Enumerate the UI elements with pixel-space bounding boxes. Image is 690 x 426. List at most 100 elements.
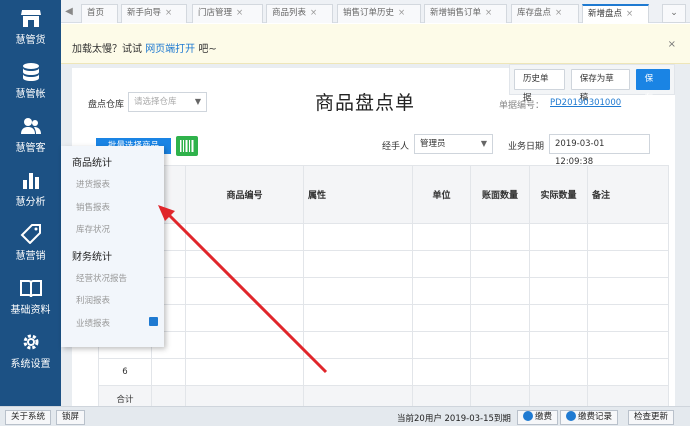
pay-button[interactable]: 缴费 <box>517 410 559 425</box>
col-header-unit: 单位 <box>412 165 471 224</box>
sidebar-item-huiyingxiao[interactable]: 慧营销 <box>0 216 61 270</box>
table-cell[interactable] <box>412 358 471 386</box>
sidebar-item-huiguanhuo[interactable]: 慧管货 <box>0 0 61 54</box>
tab-inventory[interactable]: 库存盘点 × <box>511 4 579 23</box>
table-cell[interactable] <box>529 331 588 359</box>
barcode-scan-icon[interactable] <box>176 136 198 156</box>
table-row[interactable] <box>98 277 669 305</box>
sidebar-item-basic-data[interactable]: 基础资料 <box>0 270 61 324</box>
tab-new-stocktake[interactable]: 新增盘点 × <box>582 4 649 23</box>
table-cell[interactable] <box>185 331 304 359</box>
table-cell[interactable] <box>529 358 588 386</box>
table-cell[interactable] <box>185 250 304 278</box>
table-cell[interactable] <box>151 358 186 386</box>
handler-select[interactable]: 管理员 ▼ <box>414 134 493 154</box>
table-cell[interactable] <box>587 304 669 332</box>
table-cell[interactable] <box>185 277 304 305</box>
docno-value: PD20190301000 <box>550 98 622 108</box>
table-cell[interactable] <box>587 277 669 305</box>
table-row[interactable] <box>98 304 669 332</box>
pay-label: 缴费 <box>535 412 553 422</box>
table-cell[interactable] <box>303 223 413 251</box>
table-row[interactable] <box>98 223 669 251</box>
chevron-down-icon: ▼ <box>194 97 201 106</box>
close-icon[interactable]: × <box>555 8 562 18</box>
sidebar-item-huiguanzhang[interactable]: 慧管帐 <box>0 54 61 108</box>
table-cell[interactable] <box>587 331 669 359</box>
menu-section-finance-stats: 财务统计 <box>72 251 112 263</box>
tag-icon <box>20 224 41 244</box>
table-cell[interactable] <box>303 250 413 278</box>
table-cell[interactable] <box>529 277 588 305</box>
wechat-pay-icon <box>523 411 533 421</box>
table-cell[interactable] <box>185 304 304 332</box>
table-cell[interactable] <box>470 277 530 305</box>
sidebar-item-settings[interactable]: 系统设置 <box>0 324 61 378</box>
tab-label: 新手向导 <box>127 8 162 18</box>
save-draft-button[interactable]: 保存为草稿 <box>570 69 630 103</box>
about-button[interactable]: 关于系统 <box>5 410 52 425</box>
table-cell[interactable] <box>587 250 669 278</box>
table-cell[interactable] <box>470 304 530 332</box>
table-cell[interactable] <box>185 358 304 386</box>
table-cell[interactable] <box>470 358 530 386</box>
table-cell[interactable] <box>470 223 530 251</box>
tab-store[interactable]: 门店管理 × <box>192 4 263 23</box>
warehouse-select[interactable]: 请选择仓库 ▼ <box>128 92 207 112</box>
close-icon[interactable]: × <box>398 8 405 18</box>
date-input[interactable]: 2019-03-01 12:09:38 <box>549 134 650 167</box>
tab-new-sales-order[interactable]: 新增销售订单 × <box>424 4 507 23</box>
tab-scroll-left-icon[interactable]: ◀ <box>62 4 76 19</box>
table-row[interactable] <box>98 250 669 278</box>
menu-item-performance-report[interactable]: 业绩报表 <box>72 316 164 340</box>
menu-item-inventory-status[interactable]: 库存状况 <box>72 223 164 246</box>
open-web-link[interactable]: 网页端打开 <box>145 44 195 55</box>
handler-label: 经手人 <box>382 142 410 152</box>
sidebar-item-huifenxi[interactable]: 慧分析 <box>0 162 61 216</box>
table-cell[interactable] <box>587 358 669 386</box>
table-cell[interactable] <box>303 358 413 386</box>
table-cell[interactable] <box>412 277 471 305</box>
table-row[interactable]: 6 <box>98 358 669 386</box>
table-cell[interactable] <box>303 277 413 305</box>
pay-record-button[interactable]: 缴费记录 <box>560 410 619 425</box>
table-cell[interactable] <box>470 331 530 359</box>
tab-list-dropdown-icon[interactable]: ⌄ <box>662 4 686 23</box>
sidebar-item-huiguanke[interactable]: 慧管客 <box>0 108 61 162</box>
yen-icon <box>566 411 576 421</box>
table-cell[interactable] <box>529 250 588 278</box>
col-header-remarks: 备注 <box>587 165 669 224</box>
table-cell[interactable] <box>412 304 471 332</box>
tab-guide[interactable]: 新手向导 × <box>121 4 187 23</box>
close-icon[interactable]: × <box>668 39 676 50</box>
tab-products[interactable]: 商品列表 × <box>266 4 333 23</box>
table-row[interactable] <box>98 331 669 359</box>
menu-item-profit-report[interactable]: 利润报表 <box>72 294 164 317</box>
table-cell[interactable] <box>412 250 471 278</box>
table-cell[interactable] <box>412 223 471 251</box>
table-cell[interactable] <box>303 331 413 359</box>
close-icon[interactable]: × <box>626 9 633 19</box>
table-cell[interactable] <box>185 223 304 251</box>
close-icon[interactable]: × <box>165 8 172 18</box>
lock-screen-button[interactable]: 锁屏 <box>56 410 86 425</box>
pay-record-label: 缴费记录 <box>578 412 613 422</box>
check-update-button[interactable]: 检查更新 <box>628 410 675 425</box>
table-cell[interactable] <box>587 223 669 251</box>
menu-item-sales-report[interactable]: 销售报表 <box>72 201 164 224</box>
table-cell[interactable] <box>529 304 588 332</box>
tab-home[interactable]: 首页 <box>81 4 118 23</box>
table-cell[interactable] <box>529 223 588 251</box>
table-cell[interactable] <box>303 304 413 332</box>
history-button[interactable]: 历史单据 <box>514 69 565 103</box>
table-cell[interactable] <box>412 331 471 359</box>
save-button[interactable]: 保存 <box>635 69 670 103</box>
table-cell[interactable] <box>470 250 530 278</box>
tab-label: 首页 <box>87 8 105 18</box>
tab-sales-history[interactable]: 销售订单历史 × <box>337 4 421 23</box>
menu-item-purchase-report[interactable]: 进货报表 <box>72 178 164 201</box>
close-icon[interactable]: × <box>236 8 243 18</box>
close-icon[interactable]: × <box>485 8 492 18</box>
close-icon[interactable]: × <box>310 8 317 18</box>
menu-item-operations-report[interactable]: 经营状况报告 <box>72 272 164 295</box>
